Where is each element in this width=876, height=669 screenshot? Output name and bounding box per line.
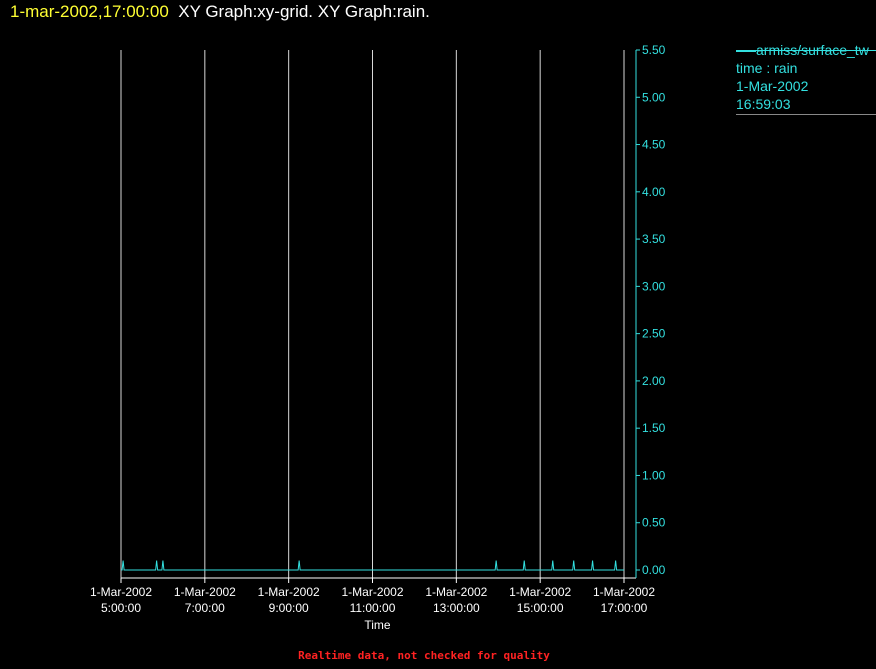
legend-series-name: armiss/surface_tw [756, 42, 869, 58]
y-tick-label-0: 0.00 [642, 563, 666, 577]
x-axis-label: Time [364, 618, 391, 632]
x-tick-time-1: 7:00:00 [185, 601, 225, 615]
x-tick-time-6: 17:00:00 [601, 601, 648, 615]
x-tick-date-3: 1-Mar-2002 [341, 585, 403, 599]
y-tick-label-4: 2.00 [642, 374, 666, 388]
y-tick-label-6: 3.00 [642, 279, 666, 293]
y-tick-label-7: 3.50 [642, 232, 666, 246]
x-tick-date-5: 1-Mar-2002 [509, 585, 571, 599]
y-tick-label-11: 5.50 [642, 43, 666, 57]
legend-bottom-rule [736, 114, 876, 115]
x-tick-date-0: 1-Mar-2002 [90, 585, 152, 599]
y-tick-label-2: 1.00 [642, 468, 666, 482]
y-tick-label-1: 0.50 [642, 516, 666, 530]
legend-date: 1-Mar-2002 [736, 78, 809, 94]
legend: armiss/surface_tw time : rain 1-Mar-2002… [736, 42, 876, 115]
x-tick-time-0: 5:00:00 [101, 601, 141, 615]
y-tick-label-5: 2.50 [642, 327, 666, 341]
x-tick-time-5: 15:00:00 [517, 601, 564, 615]
y-tick-label-8: 4.00 [642, 185, 666, 199]
x-tick-time-2: 9:00:00 [269, 601, 309, 615]
x-tick-date-2: 1-Mar-2002 [258, 585, 320, 599]
y-tick-label-9: 4.50 [642, 138, 666, 152]
y-tick-label-10: 5.00 [642, 90, 666, 104]
legend-time: 16:59:03 [736, 96, 791, 112]
quality-note: Realtime data, not checked for quality [298, 649, 550, 662]
x-tick-time-4: 13:00:00 [433, 601, 480, 615]
legend-axes-pair: time : rain [736, 60, 798, 76]
legend-line-swatch [736, 50, 756, 52]
x-tick-time-3: 11:00:00 [350, 601, 396, 615]
legend-series-row: armiss/surface_tw [736, 41, 876, 59]
x-tick-date-6: 1-Mar-2002 [593, 585, 655, 599]
y-tick-label-3: 1.50 [642, 421, 666, 435]
x-tick-date-1: 1-Mar-2002 [174, 585, 236, 599]
x-tick-date-4: 1-Mar-2002 [425, 585, 487, 599]
